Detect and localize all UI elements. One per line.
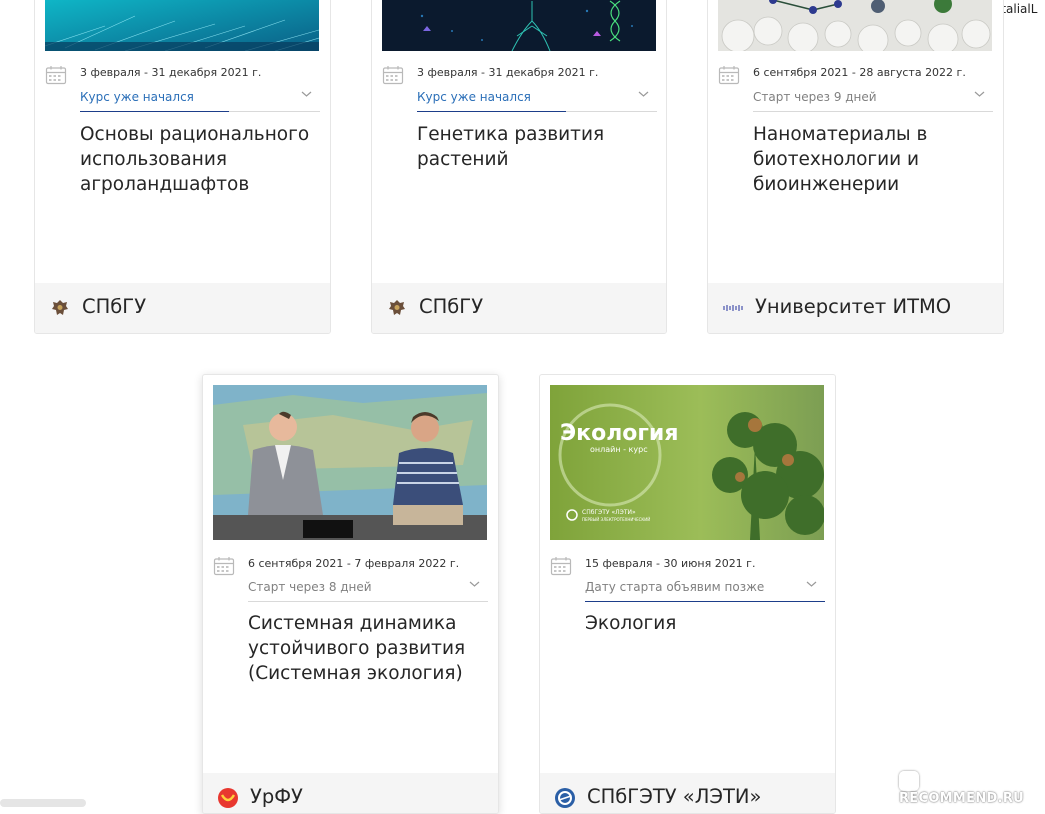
university-name: Университет ИТМО bbox=[755, 295, 952, 318]
course-card[interactable]: Экология онлайн - курс СПбГЭТУ «ЛЭТИ» ПЕ… bbox=[539, 374, 836, 814]
calendar-icon bbox=[550, 557, 572, 576]
course-image[interactable] bbox=[213, 385, 487, 540]
calendar-icon bbox=[213, 557, 235, 576]
course-university[interactable]: СПбГУ bbox=[35, 283, 330, 333]
course-title[interactable]: Основы рационального использования агрол… bbox=[80, 122, 320, 197]
course-dates: 15 февраля - 30 июня 2021 г. bbox=[585, 557, 756, 570]
course-status-text: Старт через 8 дней bbox=[248, 580, 372, 594]
course-university[interactable]: СПбГЭТУ «ЛЭТИ» bbox=[540, 773, 835, 813]
course-card[interactable]: 3 февраля - 31 декабря 2021 г. Курс уже … bbox=[34, 0, 331, 334]
course-title[interactable]: Экология bbox=[585, 611, 825, 636]
chevron-down-icon bbox=[469, 581, 480, 587]
calendar-icon bbox=[382, 66, 404, 85]
course-dates: 3 февраля - 31 декабря 2021 г. bbox=[417, 66, 599, 79]
course-image[interactable]: Экология онлайн - курс СПбГЭТУ «ЛЭТИ» ПЕ… bbox=[550, 385, 824, 540]
course-status-text: Курс уже начался bbox=[417, 90, 531, 104]
spbgu-crest-icon bbox=[52, 300, 68, 315]
course-title[interactable]: Генетика развития растений bbox=[417, 122, 657, 172]
course-status-dropdown[interactable]: Дату старта объявим позже bbox=[585, 579, 825, 602]
itmo-logo-icon bbox=[723, 305, 743, 311]
course-status-dropdown[interactable]: Курс уже начался bbox=[417, 89, 657, 112]
urfu-logo-icon bbox=[218, 788, 238, 808]
chevron-down-icon bbox=[638, 91, 649, 97]
course-image[interactable] bbox=[718, 0, 992, 51]
calendar-icon bbox=[718, 66, 740, 85]
university-name: СПбГУ bbox=[82, 295, 147, 318]
course-image[interactable] bbox=[45, 0, 319, 51]
recommend-watermark: RECOMMEND.RU bbox=[899, 771, 1045, 806]
calendar-icon bbox=[45, 66, 67, 85]
course-university[interactable]: УрФУ bbox=[203, 773, 498, 813]
course-card[interactable]: 6 сентября 2021 - 28 августа 2022 г. Ста… bbox=[707, 0, 1004, 334]
course-status-text: Старт через 9 дней bbox=[753, 90, 877, 104]
ecology-banner-brand-sub: ПЕРВЫЙ ЭЛЕКТРОТЕХНИЧЕСКИЙ bbox=[582, 517, 650, 522]
course-status-dropdown[interactable]: Курс уже начался bbox=[80, 89, 320, 112]
university-name: СПбГУ bbox=[419, 295, 484, 318]
course-card[interactable]: 3 февраля - 31 декабря 2021 г. Курс уже … bbox=[371, 0, 667, 334]
course-dates: 3 февраля - 31 декабря 2021 г. bbox=[80, 66, 262, 79]
spbgu-crest-icon bbox=[389, 300, 405, 315]
ecology-banner-sub: онлайн - курс bbox=[590, 445, 648, 454]
course-card[interactable]: 6 сентября 2021 - 7 февраля 2022 г. Стар… bbox=[202, 374, 499, 814]
ecology-banner-brand: СПбГЭТУ «ЛЭТИ» bbox=[582, 509, 636, 516]
course-university[interactable]: СПбГУ bbox=[372, 283, 666, 333]
course-status-dropdown[interactable]: Старт через 9 дней bbox=[753, 89, 993, 112]
course-status-text: Дату старта объявим позже bbox=[585, 580, 765, 594]
scroll-indicator bbox=[0, 799, 86, 807]
course-status-dropdown[interactable]: Старт через 8 дней bbox=[248, 579, 488, 602]
chevron-down-icon bbox=[301, 91, 312, 97]
course-title[interactable]: Наноматериалы в биотехнологии и биоинжен… bbox=[753, 122, 993, 197]
course-status-text: Курс уже начался bbox=[80, 90, 194, 104]
leti-logo-icon bbox=[555, 788, 575, 808]
course-dates: 6 сентября 2021 - 7 февраля 2022 г. bbox=[248, 557, 460, 570]
chevron-down-icon bbox=[806, 581, 817, 587]
chevron-down-icon bbox=[974, 91, 985, 97]
course-title[interactable]: Системная динамика устойчивого развития … bbox=[248, 611, 488, 686]
ecology-banner-headline: Экология bbox=[560, 421, 678, 446]
course-image[interactable] bbox=[382, 0, 656, 51]
recommend-logo-icon bbox=[899, 771, 919, 791]
course-university[interactable]: Университет ИТМО bbox=[708, 283, 1003, 333]
course-dates: 6 сентября 2021 - 28 августа 2022 г. bbox=[753, 66, 966, 79]
